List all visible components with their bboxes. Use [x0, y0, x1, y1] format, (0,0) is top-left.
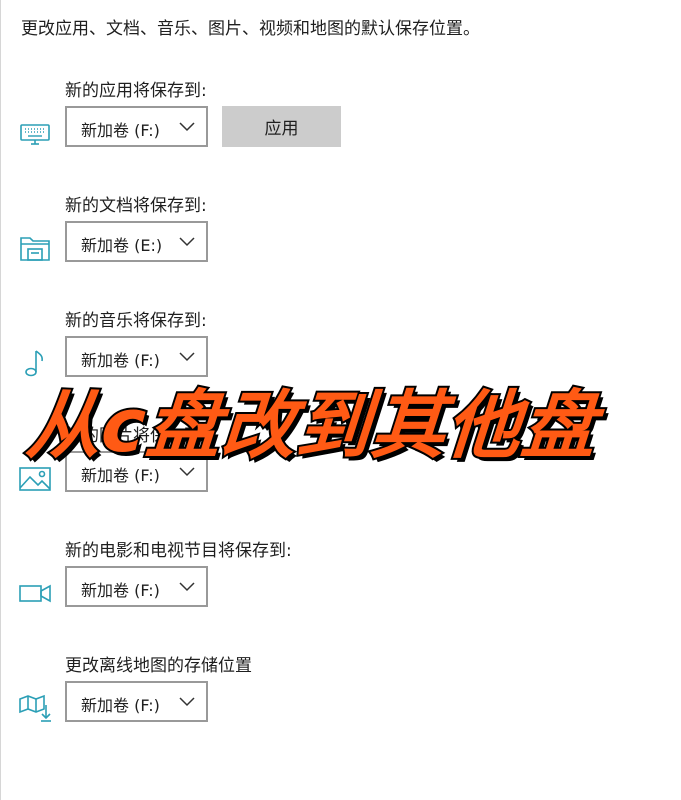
- music-note-icon: [18, 346, 52, 380]
- maps-drive-dropdown[interactable]: 新加卷 (F:): [65, 681, 208, 722]
- page-description: 更改应用、文档、音乐、图片、视频和地图的默认保存位置。: [21, 19, 480, 39]
- section-label-apps: 新的应用将保存到:: [65, 81, 207, 101]
- chevron-down-icon: [178, 119, 196, 133]
- apps-drive-dropdown[interactable]: 新加卷 (F:): [65, 106, 208, 147]
- video-camera-icon: [18, 576, 52, 610]
- section-apps: 新的应用将保存到: 新加卷 (F:) 应用: [1, 76, 681, 186]
- chevron-down-icon: [178, 349, 196, 363]
- section-pictures: 新的图片将保存到: 新加卷 (F:): [1, 421, 681, 531]
- chevron-down-icon: [178, 579, 196, 593]
- dropdown-value: 新加卷 (F:): [81, 581, 160, 600]
- dropdown-value: 新加卷 (F:): [81, 121, 160, 140]
- apply-button[interactable]: 应用: [222, 106, 341, 147]
- section-label-music: 新的音乐将保存到:: [65, 311, 207, 331]
- documents-drive-dropdown[interactable]: 新加卷 (E:): [65, 221, 208, 262]
- chevron-down-icon: [178, 464, 196, 478]
- section-label-movies: 新的电影和电视节目将保存到:: [65, 541, 292, 561]
- section-label-pictures: 新的图片将保存到:: [65, 426, 207, 446]
- chevron-down-icon: [178, 234, 196, 248]
- picture-icon: [18, 461, 52, 495]
- section-music: 新的音乐将保存到: 新加卷 (F:): [1, 306, 681, 416]
- section-maps: 更改离线地图的存储位置 新加卷 (F:): [1, 651, 681, 761]
- dropdown-value: 新加卷 (F:): [81, 466, 160, 485]
- chevron-down-icon: [178, 694, 196, 708]
- music-drive-dropdown[interactable]: 新加卷 (F:): [65, 336, 208, 377]
- dropdown-value: 新加卷 (F:): [81, 351, 160, 370]
- storage-settings-window: 更改应用、文档、音乐、图片、视频和地图的默认保存位置。 新的应用将保存到: 新加…: [0, 0, 681, 800]
- folder-drive-icon: [18, 231, 52, 265]
- map-download-icon: [18, 691, 52, 725]
- section-movies: 新的电影和电视节目将保存到: 新加卷 (F:): [1, 536, 681, 646]
- section-label-documents: 新的文档将保存到:: [65, 196, 207, 216]
- monitor-keyboard-icon: [18, 116, 52, 150]
- dropdown-value: 新加卷 (F:): [81, 696, 160, 715]
- movies-drive-dropdown[interactable]: 新加卷 (F:): [65, 566, 208, 607]
- section-documents: 新的文档将保存到: 新加卷 (E:): [1, 191, 681, 301]
- dropdown-value: 新加卷 (E:): [81, 236, 163, 255]
- section-label-maps: 更改离线地图的存储位置: [65, 656, 252, 676]
- pictures-drive-dropdown[interactable]: 新加卷 (F:): [65, 451, 208, 492]
